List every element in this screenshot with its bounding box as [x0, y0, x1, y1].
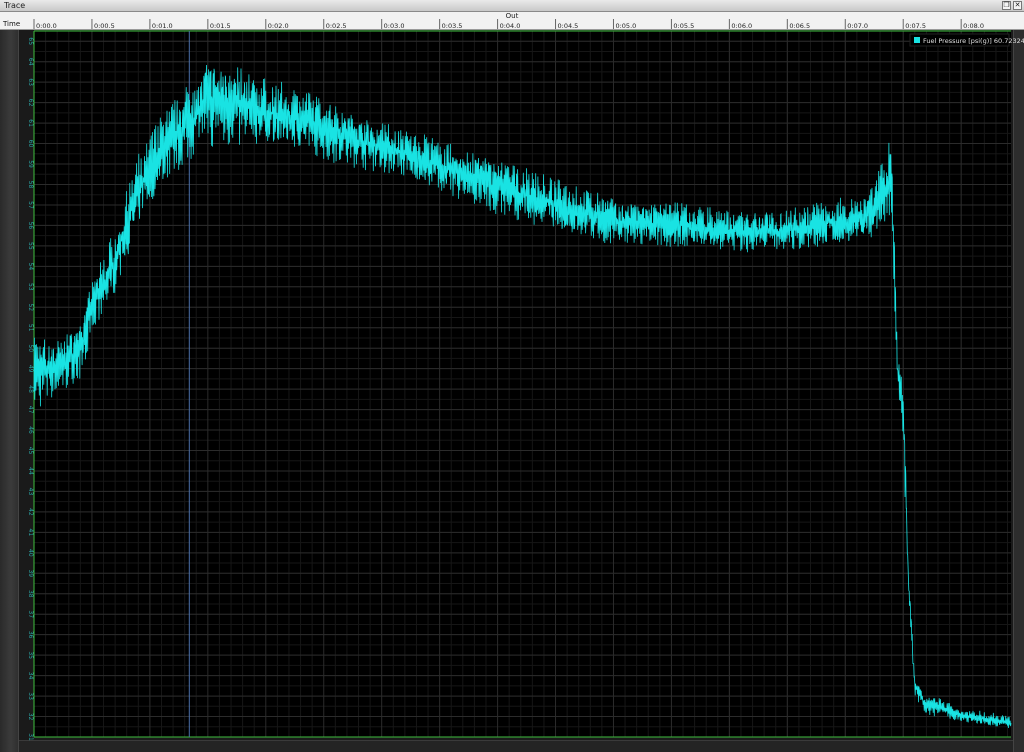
x-tick-label: 0:06.5 [789, 22, 810, 30]
y-tick-label: 41 [27, 529, 34, 537]
y-tick-label: 43 [27, 488, 34, 496]
y-tick-label: 55 [27, 242, 34, 250]
y-tick-label: 50 [27, 344, 34, 352]
x-tick-label: 0:04.5 [558, 22, 579, 30]
y-tick-label: 58 [27, 181, 34, 189]
x-tick-label: 0:05.0 [615, 22, 636, 30]
y-tick-label: 64 [27, 58, 34, 66]
x-tick-label: 0:00.0 [36, 22, 57, 30]
x-tick-label: 0:08.0 [963, 22, 984, 30]
y-tick-label: 32 [27, 713, 34, 721]
y-tick-label: 62 [27, 99, 34, 107]
y-tick-label: 42 [27, 508, 34, 516]
y-tick-label: 33 [27, 692, 34, 700]
y-tick-label: 49 [27, 365, 34, 373]
y-tick-label: 65 [27, 37, 34, 45]
y-tick-label: 52 [27, 303, 34, 311]
y-tick-label: 48 [27, 385, 34, 393]
y-tick-label: 54 [27, 263, 34, 271]
x-tick-label: 0:07.5 [905, 22, 926, 30]
x-tick-label: 0:07.0 [847, 22, 868, 30]
legend-series-name: Fuel Pressure [psi(g)] [923, 37, 994, 45]
y-tick-label: 63 [27, 78, 34, 86]
y-tick-label: 56 [27, 222, 34, 230]
y-tick-label: 51 [27, 324, 34, 332]
y-tick-label: 61 [27, 119, 34, 127]
y-tick-label: 31 [27, 733, 34, 741]
x-tick-label: 0:00.5 [94, 22, 115, 30]
legend-label: Fuel Pressure [psi(g)] 60.723240 [923, 37, 1024, 45]
y-tick-label: 53 [27, 283, 34, 291]
x-tick-label: 0:04.0 [500, 22, 521, 30]
y-tick-label: 47 [27, 406, 34, 414]
y-tick-label: 57 [27, 201, 34, 209]
x-tick-label: 0:03.5 [442, 22, 463, 30]
x-tick-label: 0:06.0 [731, 22, 752, 30]
legend-swatch [914, 37, 920, 43]
x-tick-label: 0:02.0 [268, 22, 289, 30]
y-tick-label: 59 [27, 160, 34, 168]
y-tick-label: 35 [27, 651, 34, 659]
x-tick-label: 0:02.5 [326, 22, 347, 30]
y-tick-label: 34 [27, 672, 34, 680]
x-tick-label: 0:03.0 [384, 22, 405, 30]
x-tick-label: 0:01.0 [152, 22, 173, 30]
y-tick-label: 45 [27, 447, 34, 455]
y-tick-label: 60 [27, 140, 34, 148]
trace-plot[interactable]: 0:00.0 0:00.5 0:01.0 0:01.5 0:02.0 0:02.5 0:03… [0, 0, 1024, 752]
legend-value: 60.723240 [994, 37, 1024, 45]
x-tick-label: 0:01.5 [210, 22, 231, 30]
y-tick-label: 44 [27, 467, 34, 475]
y-tick-label: 39 [27, 569, 34, 577]
y-tick-label: 36 [27, 631, 34, 639]
x-tick-label: 0:05.5 [673, 22, 694, 30]
y-tick-label: 40 [27, 549, 34, 557]
y-tick-label: 46 [27, 426, 34, 434]
y-tick-label: 38 [27, 590, 34, 598]
y-tick-label: 37 [27, 610, 34, 618]
